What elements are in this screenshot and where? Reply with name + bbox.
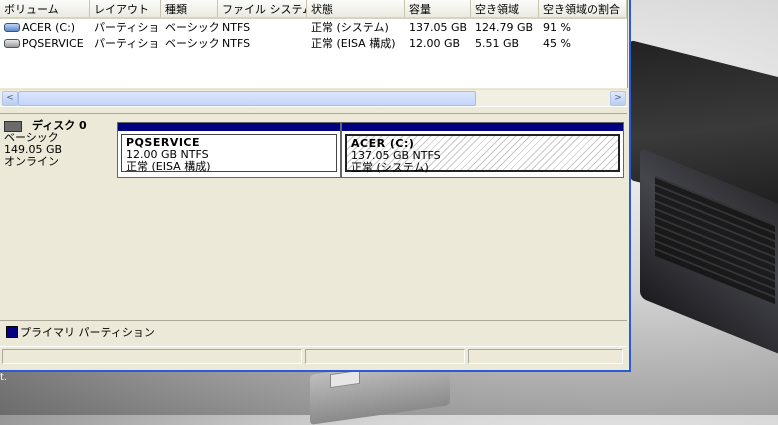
status-pane-1 <box>2 349 302 364</box>
cell-filesystem: NTFS <box>222 20 251 34</box>
volume-list-header: ボリューム レイアウト 種類 ファイル システム 状態 容量 空き領域 空き領域… <box>0 0 627 19</box>
cell-layout: パーティション <box>94 21 161 34</box>
cell-free-space: 124.79 GB <box>475 20 534 34</box>
disk-state: オンライン <box>4 155 59 168</box>
column-header-status[interactable]: 状態 <box>307 0 405 17</box>
disk-graphical-view: ディスク 0 ベーシック 149.05 GB オンライン PQSERVICE 1… <box>0 114 627 320</box>
partition-acer-c[interactable]: ACER (C:) 137.05 GB NTFS 正常 (システム) <box>341 122 624 178</box>
column-header-percent-free[interactable]: 空き領域の割合 <box>539 0 627 17</box>
column-header-free-space[interactable]: 空き領域 <box>471 0 539 17</box>
primary-partition-bar <box>118 123 340 131</box>
cell-volume: PQSERVICE <box>0 37 90 50</box>
cell-filesystem: NTFS <box>222 36 251 50</box>
legend: プライマリ パーティション <box>0 320 627 341</box>
cell-status: 正常 (システム) <box>311 21 389 34</box>
column-header-layout[interactable]: レイアウト <box>90 0 161 17</box>
column-header-type[interactable]: 種類 <box>161 0 218 17</box>
volume-list[interactable]: ボリューム レイアウト 種類 ファイル システム 状態 容量 空き領域 空き領域… <box>0 0 628 88</box>
disk-0-info[interactable]: ディスク 0 ベーシック 149.05 GB オンライン <box>4 120 114 180</box>
horizontal-scrollbar[interactable]: < > <box>0 89 627 106</box>
column-header-volume[interactable]: ボリューム <box>0 0 90 17</box>
table-row[interactable]: ACER (C:) パーティション ベーシック NTFS 正常 (システム) 1… <box>0 19 627 35</box>
cell-volume: ACER (C:) <box>0 21 90 34</box>
cell-free-space: 5.51 GB <box>475 36 520 50</box>
cell-type: ベーシック <box>165 21 218 34</box>
scroll-right-icon[interactable]: > <box>610 91 626 106</box>
cell-layout: パーティション <box>94 37 161 50</box>
disk-management-window: ボリューム レイアウト 種類 ファイル システム 状態 容量 空き領域 空き領域… <box>0 0 631 372</box>
column-header-capacity[interactable]: 容量 <box>405 0 471 17</box>
cell-capacity: 137.05 GB <box>409 20 468 34</box>
cell-status: 正常 (EISA 構成) <box>311 37 396 50</box>
cell-percent-free: 91 % <box>543 20 571 34</box>
primary-partition-bar <box>342 123 623 131</box>
cell-percent-free: 45 % <box>543 36 571 50</box>
hard-disk-icon <box>4 120 22 132</box>
column-header-filesystem[interactable]: ファイル システム <box>218 0 307 17</box>
legend-label: プライマリ パーティション <box>20 326 155 339</box>
pane-splitter[interactable] <box>0 106 627 114</box>
partition-status: 正常 (EISA 構成) <box>126 160 211 173</box>
desktop-icon-label[interactable]: t. <box>0 372 7 383</box>
drive-icon <box>4 23 20 32</box>
cell-capacity: 12.00 GB <box>409 36 461 50</box>
scrollbar-thumb[interactable] <box>18 91 476 106</box>
status-pane-2 <box>305 349 465 364</box>
drive-icon <box>4 39 20 48</box>
partition-status: 正常 (システム) <box>351 161 429 174</box>
cell-type: ベーシック <box>165 37 218 50</box>
partition-body: PQSERVICE 12.00 GB NTFS 正常 (EISA 構成) <box>121 134 337 173</box>
legend-swatch <box>6 326 18 338</box>
scroll-left-icon[interactable]: < <box>2 91 18 106</box>
partition-pqservice[interactable]: PQSERVICE 12.00 GB NTFS 正常 (EISA 構成) <box>117 122 341 178</box>
table-row[interactable]: PQSERVICE パーティション ベーシック NTFS 正常 (EISA 構成… <box>0 35 627 51</box>
status-pane-3 <box>468 349 623 364</box>
status-bar <box>0 346 627 367</box>
partition-body-selected: ACER (C:) 137.05 GB NTFS 正常 (システム) <box>345 134 620 174</box>
